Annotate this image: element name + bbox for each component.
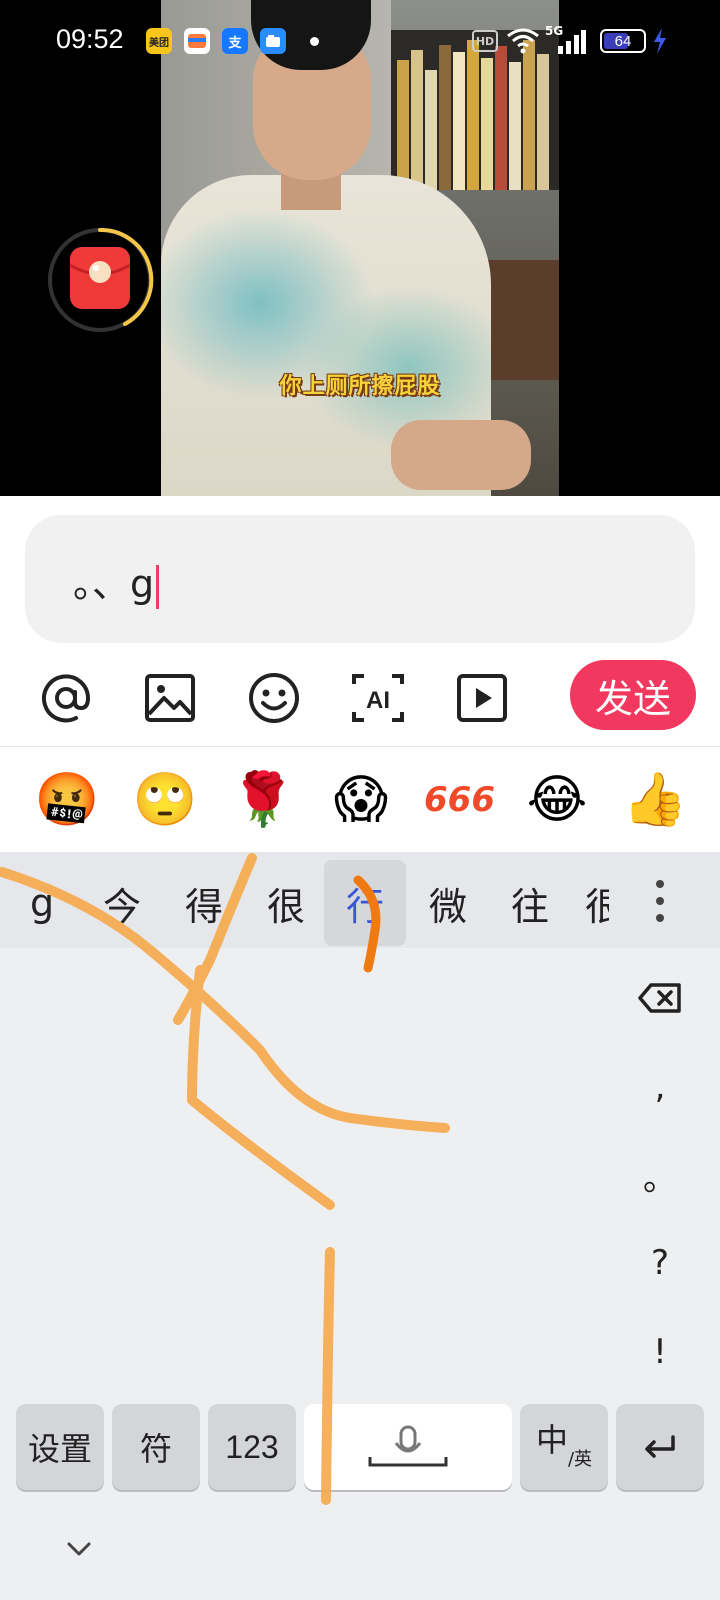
comma-key[interactable]: , — [620, 1047, 700, 1127]
candidate-bar: g 今 得 很 行 微 往 很 — [0, 852, 720, 948]
candidate-item[interactable]: 得 — [164, 860, 244, 946]
candidate-item[interactable]: 微 — [408, 860, 488, 946]
status-time: 09:52 — [56, 24, 124, 54]
notification-dot — [310, 37, 319, 46]
charging-icon — [654, 28, 666, 54]
enter-icon — [645, 1435, 675, 1458]
backspace-icon — [638, 983, 681, 1013]
ai-icon[interactable]: AI — [350, 670, 406, 726]
thumbs-up-emoji[interactable]: 👍 — [620, 765, 690, 835]
666-emoji[interactable]: 666 — [424, 765, 495, 835]
wallet-icon — [184, 28, 210, 54]
comment-input-text: 。、g — [73, 562, 155, 606]
comment-panel: 。、g AI 发送 — [0, 496, 720, 746]
wifi-icon — [507, 28, 539, 54]
ai-icon-label: AI — [366, 687, 390, 714]
backspace-key[interactable] — [620, 958, 700, 1038]
send-button[interactable]: 发送 — [570, 660, 696, 730]
hd-icon: HD — [472, 30, 498, 52]
video-player[interactable]: 你上厕所擦屁股 09:52 美团 支 HD 5G 64 — [0, 0, 720, 496]
microphone-icon — [368, 1425, 448, 1467]
files-icon — [260, 28, 286, 54]
comment-input-value[interactable]: 。、g — [73, 553, 160, 609]
symbols-key[interactable]: 符 — [112, 1404, 200, 1490]
emoji-icon[interactable] — [246, 670, 302, 726]
comment-input[interactable]: 。、g — [25, 515, 695, 643]
space-key[interactable] — [304, 1404, 512, 1490]
text-caret — [156, 564, 160, 609]
ime-keyboard: g 今 得 很 行 微 往 很 , 。 ? ! 设置 符 123 中 /英 — [0, 852, 720, 1600]
meituan-icon: 美团 — [146, 28, 172, 54]
candidate-item[interactable]: 往 — [490, 860, 570, 946]
language-switch-key[interactable]: 中 /英 — [520, 1404, 608, 1490]
angry-cursing-emoji[interactable]: 🤬 — [32, 765, 102, 835]
candidate-item-selected[interactable]: 行 — [324, 860, 406, 946]
signal-icon — [558, 30, 586, 54]
language-main-label: 中 — [535, 1421, 568, 1459]
shocked-emoji[interactable]: 😱 — [326, 765, 396, 835]
candidate-item-partial[interactable]: 很 — [585, 860, 609, 946]
collapse-keyboard-icon[interactable] — [62, 1532, 96, 1566]
candidate-item[interactable]: g — [14, 860, 70, 946]
period-key[interactable]: 。 — [620, 1135, 700, 1215]
emoji-quick-bar: 🤬 🙄 🌹 😱 666 😂 👍 — [0, 746, 720, 852]
settings-key[interactable]: 设置 — [16, 1404, 104, 1490]
laugh-cry-emoji[interactable]: 😂 — [522, 765, 592, 835]
more-candidates-icon[interactable] — [650, 876, 670, 926]
language-sub-label: /英 — [567, 1449, 593, 1470]
battery-indicator: 64 — [600, 29, 646, 53]
candidate-item[interactable]: 很 — [246, 860, 326, 946]
battery-level: 64 — [614, 32, 632, 50]
alipay-icon: 支 — [222, 28, 248, 54]
red-packet-button[interactable] — [45, 225, 155, 335]
eye-roll-emoji[interactable]: 🙄 — [130, 765, 200, 835]
image-icon[interactable] — [142, 670, 198, 726]
numbers-key[interactable]: 123 — [208, 1404, 296, 1490]
status-bar: 09:52 美团 支 HD 5G 64 — [0, 0, 720, 82]
video-icon[interactable] — [454, 670, 510, 726]
mention-icon[interactable] — [38, 670, 94, 726]
rose-emoji[interactable]: 🌹 — [228, 765, 298, 835]
red-packet-icon — [48, 227, 154, 332]
candidate-item[interactable]: 今 — [82, 860, 162, 946]
video-subtitle: 你上厕所擦屁股 — [279, 374, 441, 399]
question-key[interactable]: ? — [620, 1223, 700, 1303]
enter-key[interactable] — [616, 1404, 704, 1490]
exclamation-key[interactable]: ! — [620, 1312, 700, 1392]
